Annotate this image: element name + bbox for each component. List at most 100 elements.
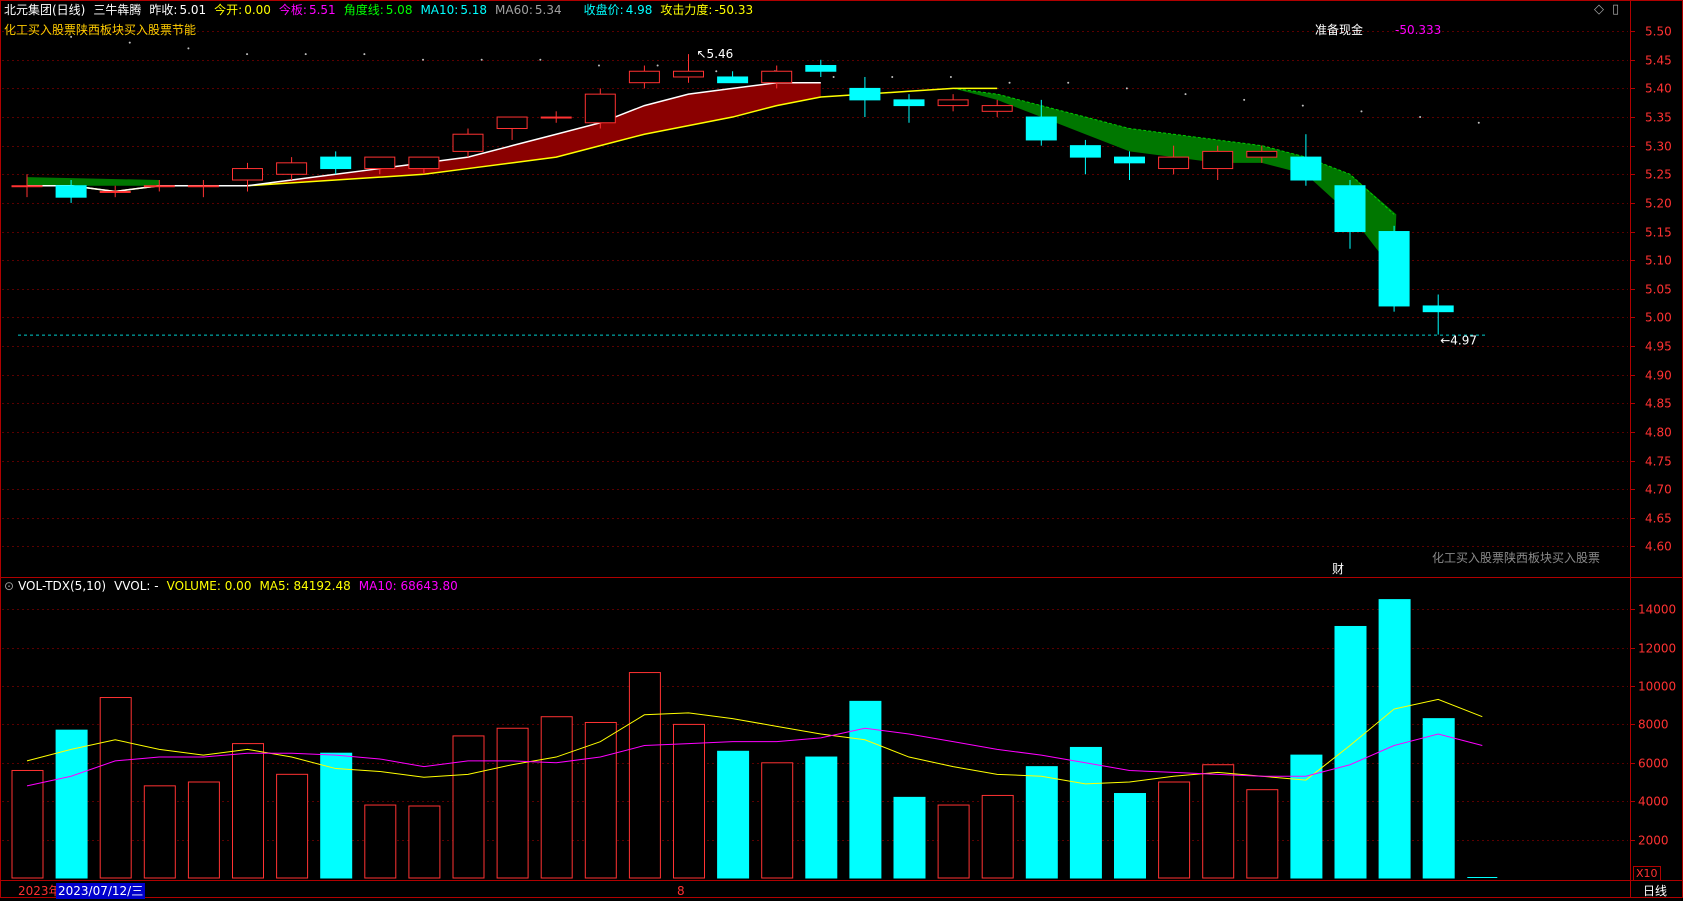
footer-year: 2023年 [18,884,61,898]
volume-tick-label: 4000 [1638,795,1669,809]
candle-body [99,190,131,193]
volume-bar [1114,793,1146,879]
volume-bar [496,727,529,879]
volume-bar [1422,718,1455,879]
candle-body [11,185,43,188]
cash-label: 准备现金 [1315,23,1364,37]
price-tick-label: 4.75 [1645,455,1672,469]
ma60-dot [597,64,600,67]
candle-body [1069,145,1101,158]
candle-body [761,70,793,84]
ma60-dot [187,47,190,50]
candle-body [408,156,440,170]
limit-label: 今板: [278,3,307,17]
period-selector[interactable]: 日线 [1643,883,1667,899]
indicator-name[interactable]: 三牛犇腾 [93,3,141,17]
volume-bar [187,781,220,879]
open-value: 0.00 [244,3,271,17]
candle-body [717,76,749,84]
ma60-dot [1125,87,1128,90]
volume-bar [276,773,309,879]
volume-tick-label: 14000 [1638,603,1676,617]
ma60-dot [480,58,483,61]
candle-body [1025,116,1057,141]
candle-body [55,185,87,198]
scale-badge[interactable]: X10 [1633,866,1661,881]
angle-value: 5.08 [385,3,413,17]
high-marker-label: ↖5.46 [697,47,734,61]
volume-bar [1202,764,1235,879]
volume-collapse-icon[interactable]: ⊙ [4,579,14,593]
candle-body [805,65,837,72]
ma60-dot [891,75,894,78]
ma60-dot [304,53,307,56]
volume-bar [893,796,926,879]
volume-bar [1378,599,1411,879]
volume-bar [805,756,838,879]
volume-value: VOLUME: 0.00 [166,579,252,593]
volume-ma5: MA5: 84192.48 [259,579,351,593]
ma60-dot [246,53,249,56]
ma60-dot [656,64,659,67]
volume-tick-label: 10000 [1638,680,1676,694]
volume-header: ⊙ VOL-TDX(5,10) VVOL: - VOLUME: 0.00 MA5: 84… [4,578,466,594]
ma60-dot [1243,98,1246,101]
price-tick-label: 4.60 [1645,540,1672,554]
bearish-ma-band [953,88,1397,272]
stock-title[interactable]: 北元集团(日线) [4,3,85,17]
diamond-icon[interactable]: ◇ [1594,2,1604,18]
volume-indicator-name[interactable]: VOL-TDX(5,10) [18,579,106,593]
chart-subtitle: 化工买入股票陕西板块买入股票节能 [4,23,197,37]
attack-label: 攻击力度: [660,3,713,17]
volume-bar [937,804,970,879]
volume-bar [452,735,485,879]
volume-bar [540,716,573,879]
candle-body [1246,150,1278,158]
price-tick-label: 5.50 [1645,25,1672,39]
price-tick-label: 5.20 [1645,197,1672,211]
price-tick-label: 4.65 [1645,512,1672,526]
price-tick-label: 5.10 [1645,254,1672,268]
volume-tick-label: 12000 [1638,642,1676,656]
volume-bar [1158,781,1191,879]
early-bearish-band [27,177,160,186]
volume-tick-label: 2000 [1638,834,1669,848]
volume-bar [981,794,1014,879]
chart-canvas[interactable]: 5.50 5.45 5.40 5.35 5.30 5.25 5.20 5.15 5.10 5.05… [0,0,1683,898]
candle-body [1378,231,1410,307]
price-tick-label: 4.80 [1645,426,1672,440]
price-tick-label: 5.00 [1645,311,1672,325]
stock-chart-window: 5.50 5.45 5.40 5.35 5.30 5.25 5.20 5.15 5.10 5.05… [0,0,1683,899]
settings-icon[interactable]: ▯ [1612,2,1619,18]
price-tick-label: 4.90 [1645,369,1672,383]
candle-body [673,70,704,78]
volume-bar [232,743,264,879]
price-tick-label: 5.05 [1645,283,1672,297]
candle-body [540,116,572,119]
footer-date[interactable]: 2023/07/12/三 [56,883,146,899]
volume-bar [11,769,44,879]
volume-tick-label: 6000 [1638,757,1669,771]
candle-body [187,185,219,188]
candle-body [584,93,616,124]
volume-bar [717,750,750,879]
candle-body [232,168,263,181]
prev-close-label: 昨收: [149,3,178,17]
price-tick-label: 4.85 [1645,397,1672,411]
volume-bar [1069,746,1102,879]
ma60-dot [1477,121,1480,124]
ma60-dot [1360,110,1363,113]
angle-label: 角度线: [343,3,384,17]
candle-body [452,133,484,152]
ma60-dot [422,58,425,61]
price-tick-label: 5.40 [1645,82,1672,96]
ma60-dot [1184,93,1187,96]
ma60-dot [128,41,131,44]
volume-bar [143,785,176,879]
volume-tick-label: 8000 [1638,718,1669,732]
volume-bar [761,762,794,879]
finance-marker[interactable]: 财 [1332,561,1344,577]
candle-body [1290,156,1322,181]
candle-body [937,99,969,107]
price-tick-label: 4.95 [1645,340,1672,354]
